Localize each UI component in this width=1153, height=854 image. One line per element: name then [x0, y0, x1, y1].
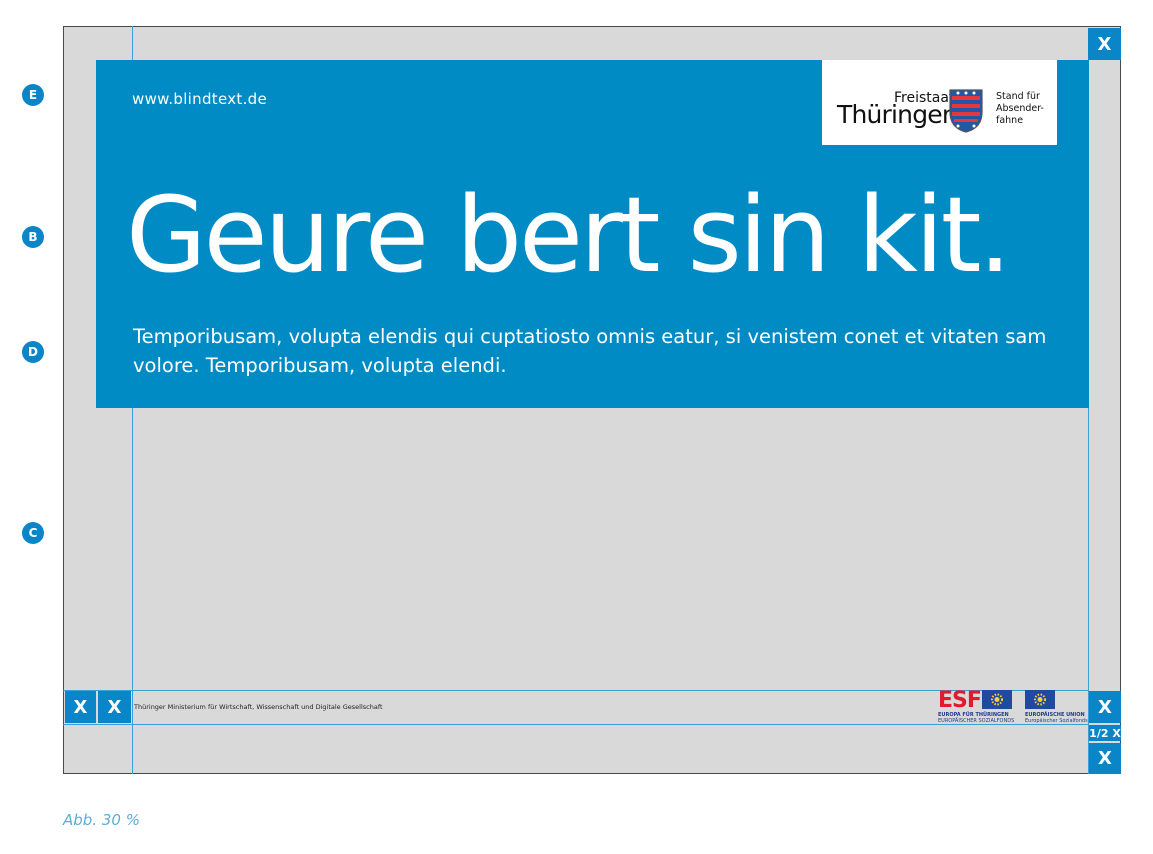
measure-x-bottom-left-2: X	[98, 691, 131, 723]
measure-half-x: 1/2 X	[1089, 725, 1121, 741]
url-text: www.blindtext.de	[132, 90, 268, 108]
ministry-text: Thüringer Ministerium für Wirtschaft, Wi…	[134, 703, 383, 711]
logo-thueringen: Thüringen	[837, 100, 958, 129]
headline: Geure bert sin kit.	[126, 174, 1012, 296]
eu-line-2: Europäischer Sozialfonds	[1025, 718, 1088, 724]
measure-x-bottom-left-1: X	[65, 691, 96, 723]
esf-line-2: EUROPÄISCHER SOZIALFONDS	[938, 718, 1015, 724]
measure-x-top: X	[1088, 28, 1121, 60]
logo-sender-line-2: Absender-	[996, 103, 1044, 114]
marker-e: E	[22, 84, 44, 106]
esf-logo-word: ESF	[938, 688, 982, 713]
marker-d: D	[22, 341, 44, 363]
logo-sender-line-1: Stand für	[996, 91, 1040, 102]
measure-x-bottom-right-2: X	[1089, 743, 1121, 774]
figure-caption: Abb. 30 %	[63, 811, 140, 829]
logo-sender-line-3: fahne	[996, 115, 1024, 126]
coat-of-arms-icon	[949, 89, 983, 133]
marker-c: C	[22, 522, 44, 544]
logo-sender-text: Stand für Absender- fahne	[996, 91, 1054, 127]
eu-flag-icon	[1025, 690, 1055, 709]
measure-x-bottom-right-1: X	[1089, 691, 1121, 723]
marker-b: B	[22, 226, 44, 248]
body-text: Temporibusam, volupta elendis qui cuptat…	[133, 325, 1047, 377]
esf-flag-icon	[982, 690, 1012, 709]
